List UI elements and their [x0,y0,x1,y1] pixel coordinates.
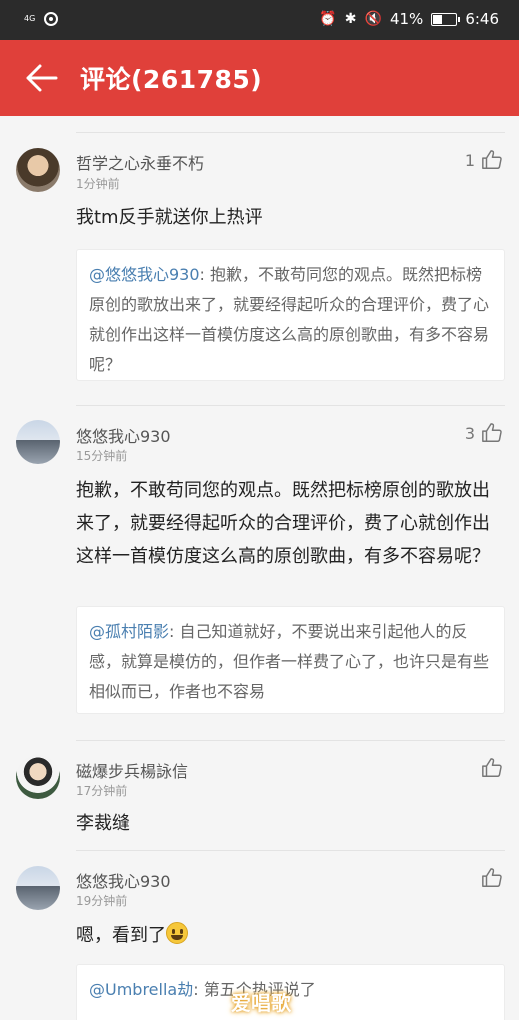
alarm-icon: ⏰ [319,11,337,27]
divider [76,740,505,741]
app-header: 评论(261785) [0,40,519,116]
smile-emoji-icon [166,922,188,944]
watermark: 爱唱歌 [231,991,291,1015]
like-count: 1 [464,150,475,170]
divider [76,132,505,133]
avatar[interactable] [16,866,60,910]
status-bar: 4G ⏰ ✱ 🔇 41% 6:46 [0,0,519,40]
avatar[interactable] [16,148,60,192]
mention-link[interactable]: @孤村陌影 [89,622,169,641]
mute-icon: 🔇 [364,11,382,27]
comment-username[interactable]: 哲学之心永垂不朽 [76,150,204,174]
like-button[interactable]: 3 [465,422,503,444]
battery-percent: 41% [389,10,424,28]
mention-link[interactable]: @Umbrella劫 [89,980,193,999]
signal-indicator: 4G [24,14,36,23]
like-count: 3 [464,423,475,443]
quoted-reply[interactable]: @悠悠我心930: 抱歉，不敢苟同您的观点。既然把标榜原创的歌放出来了，就要经得… [76,249,505,381]
avatar[interactable] [16,755,60,799]
comment-username[interactable]: 悠悠我心930 [76,423,171,447]
avatar[interactable] [16,420,60,464]
quoted-reply[interactable]: @孤村陌影: 自己知道就好，不要说出来引起他人的反感，就算是模仿的，但作者一样费… [76,606,505,714]
comment-text: 我tm反手就送你上热评 [76,207,263,228]
battery-icon [431,12,461,26]
comment-username[interactable]: 悠悠我心930 [76,868,171,892]
page-title: 评论(261785) [80,65,263,94]
comment-text-row: 嗯，看到了 [76,920,497,952]
clock: 6:46 [465,10,499,28]
comment-time: 19分钟前 [76,894,128,908]
comment-username[interactable]: 磁爆步兵楊詠信 [76,758,188,782]
like-button[interactable]: 1 [465,149,503,171]
bluetooth-icon: ✱ [344,11,357,27]
comment-text: 抱歉，不敢苟同您的观点。既然把标榜原创的歌放出来了，就要经得起听众的合理评价，费… [76,480,490,567]
thumbs-up-icon [482,868,502,887]
comment-time: 15分钟前 [76,449,128,463]
comment-text: 嗯，看到了 [76,925,166,946]
comment-text: 李裁缝 [76,813,130,834]
thumbs-up-icon [482,423,502,442]
back-arrow-icon[interactable] [24,62,58,94]
divider [76,405,505,406]
thumbs-up-icon [482,758,502,777]
comment-time: 17分钟前 [76,784,128,798]
battery-fill [433,14,442,24]
comment-time: 1分钟前 [76,177,120,191]
divider [76,850,505,851]
sync-icon [44,12,58,26]
comment-list[interactable]: 哲学之心永垂不朽 1分钟前 1 我tm反手就送你上热评 @悠悠我心930: 抱歉… [0,116,519,1020]
mention-link[interactable]: @悠悠我心930 [89,265,200,284]
like-button[interactable] [475,867,503,889]
thumbs-up-icon [482,150,502,169]
like-button[interactable] [475,757,503,779]
